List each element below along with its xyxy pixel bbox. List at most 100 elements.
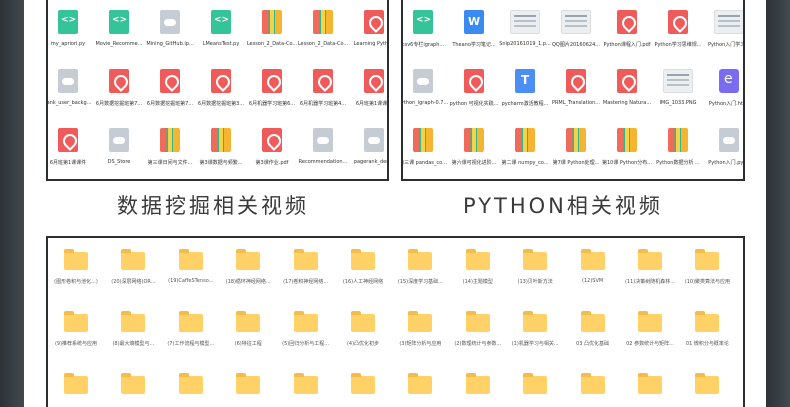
file-item[interactable]: Python入门.pynb <box>703 120 743 176</box>
file-item[interactable]: PRML_Translation... <box>550 61 602 117</box>
cloud-file-icon <box>160 10 180 34</box>
file-item[interactable]: Learning Python <box>348 2 387 58</box>
course-folder[interactable] <box>565 366 621 407</box>
file-item[interactable]: 第三课日间与文件... <box>144 120 196 176</box>
folder-icon <box>351 311 375 332</box>
course-folder[interactable]: (10)聚类算法与应用 <box>679 242 735 294</box>
course-folder[interactable] <box>622 366 678 407</box>
folder-label: (图形卷积与池化...) <box>54 279 98 285</box>
file-item[interactable]: 第7课 Python处理... <box>550 120 602 176</box>
html-file-icon <box>719 69 739 93</box>
file-item[interactable]: Mining_GitHub.ip... <box>144 2 196 58</box>
course-folder[interactable]: (16)人工神经网络 <box>335 242 391 294</box>
course-folder[interactable] <box>507 366 563 407</box>
course-folder[interactable]: (8)最大熵模型与... <box>105 304 161 356</box>
file-item[interactable]: Movie_Recomme... <box>93 2 145 58</box>
course-folder[interactable]: (7)工作流程与模型... <box>163 304 219 356</box>
file-item[interactable]: csv6专栏igraph... <box>403 2 449 58</box>
file-item[interactable]: Python入门.html <box>703 61 743 117</box>
file-item[interactable]: 6月班第1课课件 <box>48 120 94 176</box>
file-item[interactable]: 6月机器学习班第6... <box>246 61 298 117</box>
file-item[interactable]: 第二课 numpy_co... <box>499 120 551 176</box>
folder-label: 01 微积分与概率论 <box>685 341 729 347</box>
archive-file-icon <box>313 10 333 34</box>
course-folder[interactable]: (3)矩阵分析与应用 <box>392 304 448 356</box>
file-item[interactable]: pagerank_demo <box>348 120 387 176</box>
course-folder[interactable] <box>48 366 104 407</box>
course-folder[interactable] <box>105 366 161 407</box>
course-folder[interactable]: (13)贝叶斯方法 <box>507 242 563 294</box>
folder-icon <box>236 311 261 332</box>
file-item[interactable]: python_igraph-0.7... <box>403 61 449 117</box>
file-item[interactable]: 6月数据挖掘班第7... <box>144 61 196 117</box>
course-folder[interactable]: (17)卷积神经网络... <box>278 242 334 294</box>
folder-label: (4)凸优化初步 <box>346 341 380 347</box>
course-folder[interactable]: (2)数理统计与参数... <box>450 304 506 356</box>
folder-icon <box>351 249 375 270</box>
course-folder[interactable] <box>392 366 448 407</box>
course-folder[interactable]: (11)决策树随机森林... <box>622 242 678 294</box>
course-folder[interactable]: (图形卷积与池化...) <box>48 242 104 294</box>
file-label: Learning Python <box>353 41 389 47</box>
file-item[interactable]: pycharm激活教程... <box>499 61 551 117</box>
course-folder[interactable] <box>278 366 334 407</box>
file-item[interactable]: Python课程入门.pdf <box>601 2 653 58</box>
course-folder[interactable]: (18)循环神经网络... <box>220 242 276 294</box>
pdf-file-icon <box>617 69 637 93</box>
course-folder[interactable] <box>679 366 735 407</box>
course-folder[interactable]: (5)回归分析与工程... <box>278 304 334 356</box>
file-item[interactable]: 第六课可视化进阶... <box>448 120 500 176</box>
file-item[interactable]: Lesson_2_Data-Co... <box>297 2 349 58</box>
file-item[interactable]: 6月机器学习班第4... <box>297 61 349 117</box>
left-frame-border <box>0 0 24 407</box>
course-folder[interactable]: 02 参数统计与矩阵... <box>622 304 678 356</box>
cloud-file-icon <box>58 69 78 93</box>
folder-icon <box>236 373 261 394</box>
folder-icon <box>178 249 203 270</box>
file-item[interactable]: Python入门学习... <box>703 2 743 58</box>
file-item[interactable]: 6月数据挖掘班第7... <box>93 61 145 117</box>
file-item[interactable]: Snip20161019_1.p... <box>499 2 551 58</box>
course-folder[interactable] <box>450 366 506 407</box>
file-item[interactable]: 第10课 Python分布... <box>601 120 653 176</box>
course-folder[interactable] <box>163 366 219 407</box>
file-item[interactable]: LMeansTest.py <box>195 2 247 58</box>
course-folder[interactable]: 03 凸优化基础 <box>565 304 621 356</box>
file-item[interactable]: 6月班第1课课件 <box>348 61 387 117</box>
course-folder[interactable]: (6)特征工程 <box>220 304 276 356</box>
folder-icon <box>351 373 375 394</box>
file-item[interactable]: Lesson_2_Data-Co... <box>246 2 298 58</box>
file-item[interactable]: 第3课数据与频繁... <box>195 120 247 176</box>
image-thumbnail-icon <box>663 69 693 93</box>
course-folder[interactable]: (12)SVM <box>565 242 621 294</box>
course-folder[interactable]: (1)机器学习与相关... <box>507 304 563 356</box>
file-item[interactable]: Mastering Natura... <box>601 61 653 117</box>
folder-label: (15)深度学习基础... <box>397 279 443 285</box>
file-item[interactable]: Theano学习笔记... <box>448 2 500 58</box>
course-folder[interactable]: (15)深度学习基础... <box>392 242 448 294</box>
course-folder[interactable]: (4)凸优化初步 <box>335 304 391 356</box>
file-item[interactable]: my_apriori.py <box>48 2 94 58</box>
file-item[interactable]: 6月数据挖掘班第3... <box>195 61 247 117</box>
course-folder[interactable]: 01 微积分与概率论 <box>679 304 735 356</box>
folder-icon <box>236 249 261 270</box>
file-item[interactable]: python 可视化实践... <box>448 61 500 117</box>
file-item[interactable]: DS_Store <box>93 120 145 176</box>
pdf-file-icon <box>109 69 129 93</box>
course-folder[interactable]: (19)CaffeSTenso... <box>163 242 219 294</box>
file-item[interactable]: IMG_1033.PNG <box>652 61 704 117</box>
file-item[interactable]: Python数据分析 ... <box>652 120 704 176</box>
course-folder[interactable]: (9)推荐系统与应用 <box>48 304 104 356</box>
file-item[interactable]: 第三课 pandas_co... <box>403 120 449 176</box>
folder-icon <box>638 373 662 394</box>
file-item[interactable]: Recommendation... <box>297 120 349 176</box>
file-item[interactable]: 第3课作业.pdf <box>246 120 298 176</box>
course-folder[interactable]: (20)深层网络(OR... <box>105 242 161 294</box>
course-folder[interactable] <box>220 366 276 407</box>
course-folder[interactable]: (14)主题模型 <box>450 242 506 294</box>
folder-label: (17)卷积神经网络... <box>283 279 329 285</box>
file-item[interactable]: rank_user_backg... <box>48 61 94 117</box>
file-item[interactable]: QQ图片20160624... <box>550 2 602 58</box>
course-folder[interactable] <box>335 366 391 407</box>
file-item[interactable]: Python学习思维规... <box>652 2 704 58</box>
